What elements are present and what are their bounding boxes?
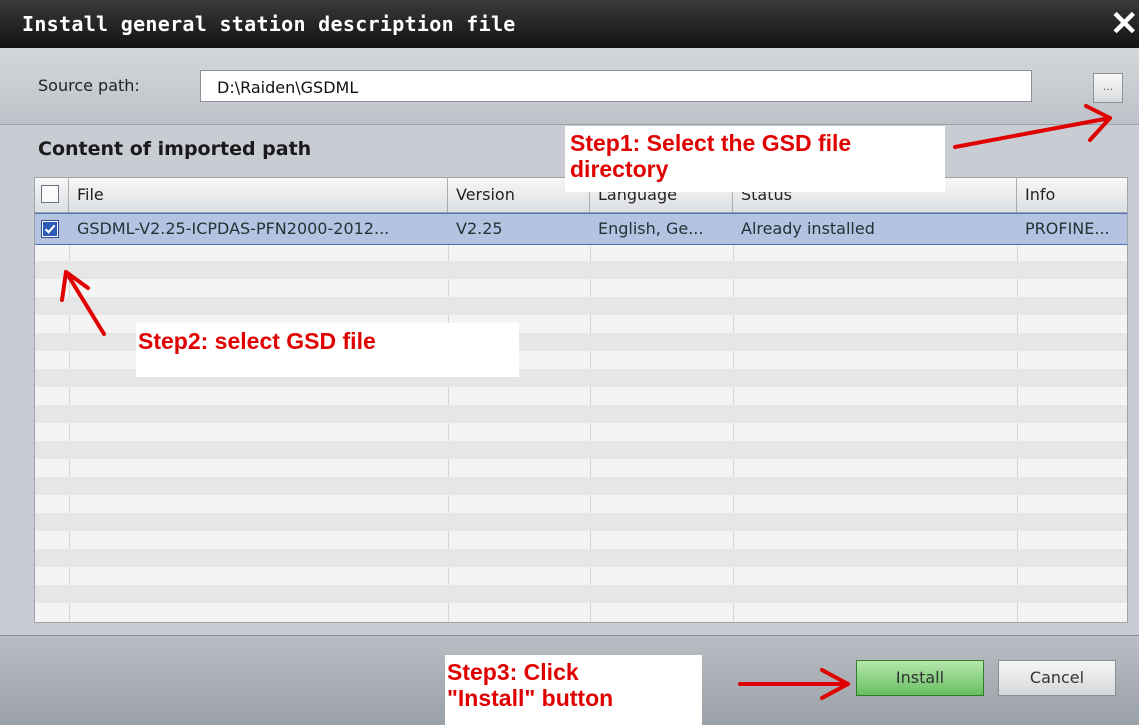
arrow-to-row-checkbox [64, 270, 106, 336]
install-gsd-dialog: Install general station description file… [0, 0, 1139, 725]
annotation-arrows [60, 104, 1112, 700]
arrow-to-browse-button [953, 116, 1112, 149]
